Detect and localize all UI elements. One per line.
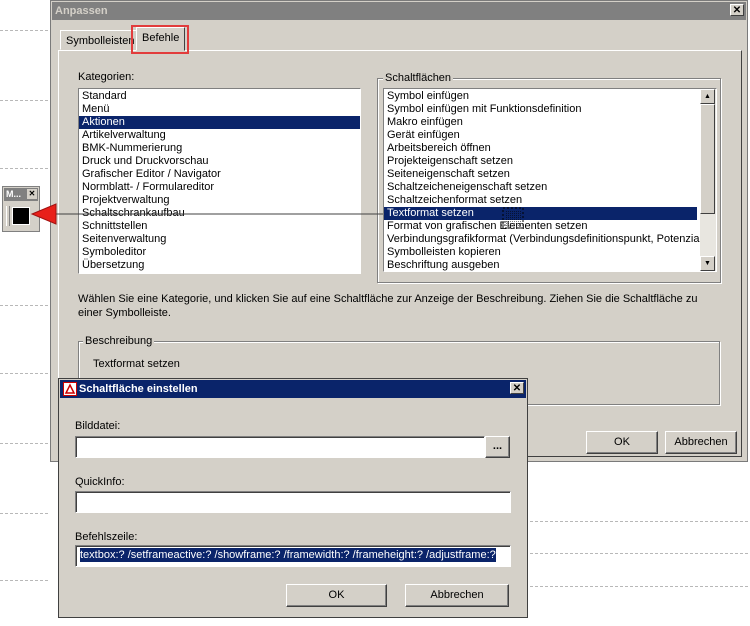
grip-handle[interactable] <box>6 206 10 226</box>
image-file-label: Bilddatei: <box>75 420 121 432</box>
description-text: Textformat setzen <box>93 358 180 370</box>
command-line-selected-text: textbox:? /setframeactive:? /showframe:?… <box>80 548 496 562</box>
list-item[interactable]: Schaltzeicheneigenschaft setzen <box>384 181 716 194</box>
browse-button[interactable]: ... <box>485 436 510 458</box>
ok-button[interactable]: OK <box>286 584 387 607</box>
list-item[interactable]: Standard <box>79 90 360 103</box>
list-item[interactable]: Übersetzung <box>79 259 360 272</box>
list-item[interactable]: Artikelverwaltung <box>79 129 360 142</box>
list-item[interactable]: Makro einfügen <box>384 116 716 129</box>
list-item[interactable]: Seiteneigenschaft setzen <box>384 168 716 181</box>
command-line-input[interactable]: textbox:? /setframeactive:? /showframe:?… <box>75 545 511 567</box>
tab-highlight-frame <box>131 25 189 54</box>
drag-cursor-icon <box>502 207 524 229</box>
list-item[interactable]: Schaltzeichenformat setzen <box>384 194 716 207</box>
list-item[interactable]: Verbindungsgrafikformat (Verbindungsdefi… <box>384 233 716 246</box>
buttons-group-label: Schaltflächen <box>383 72 454 84</box>
cancel-button[interactable]: Abbrechen <box>665 431 737 454</box>
list-item[interactable]: Normblatt- / Formulareditor <box>79 181 360 194</box>
description-label: Beschreibung <box>83 335 155 347</box>
button-settings-titlebar[interactable]: Schaltfläche einstellen ✕ <box>60 380 526 398</box>
list-item[interactable]: Beschriftung ausgeben <box>384 259 716 271</box>
categories-label: Kategorien: <box>78 71 135 83</box>
scroll-down-icon[interactable]: ▼ <box>700 256 715 271</box>
app-icon <box>63 382 77 396</box>
button-settings-dialog: Schaltfläche einstellen ✕ Bilddatei: ...… <box>58 378 528 618</box>
list-item[interactable]: Gerät einfügen <box>384 129 716 142</box>
list-item[interactable]: Symbolleisten kopieren <box>384 246 716 259</box>
cancel-button[interactable]: Abbrechen <box>405 584 509 607</box>
quickinfo-label: QuickInfo: <box>75 476 125 488</box>
scroll-up-icon[interactable]: ▲ <box>700 89 715 104</box>
list-item[interactable]: Format von grafischen Elementen setzen <box>384 220 716 233</box>
list-item[interactable]: Symbol einfügen <box>384 90 716 103</box>
drag-arrow <box>30 203 383 225</box>
buttons-list[interactable]: Symbol einfügen Symbol einfügen mit Funk… <box>383 88 717 272</box>
list-item[interactable]: Symboleditor <box>79 246 360 259</box>
dialog-title: Anpassen <box>55 5 108 17</box>
command-line-label: Befehlszeile: <box>75 531 138 543</box>
close-icon[interactable]: ✕ <box>730 4 744 16</box>
list-item-selected[interactable]: Textformat setzen <box>384 207 697 220</box>
dialog-title: Schaltfläche einstellen <box>79 383 198 395</box>
list-item[interactable]: Menü <box>79 103 360 116</box>
list-item[interactable]: Arbeitsbereich öffnen <box>384 142 716 155</box>
list-item[interactable]: Projekteigenschaft setzen <box>384 155 716 168</box>
customize-dialog-titlebar[interactable]: Anpassen ✕ <box>52 2 746 20</box>
vertical-scrollbar[interactable]: ▲ ▼ <box>700 89 716 271</box>
tab-symbolleisten[interactable]: Symbolleisten <box>60 30 141 50</box>
help-text: Wählen Sie eine Kategorie, und klicken S… <box>78 293 698 319</box>
list-item[interactable]: Symbol einfügen mit Funktionsdefinition <box>384 103 716 116</box>
close-icon[interactable]: ✕ <box>27 189 37 199</box>
mini-toolbar-title: M... <box>6 189 21 199</box>
scroll-thumb[interactable] <box>700 104 715 214</box>
quickinfo-input[interactable] <box>75 491 511 513</box>
list-item[interactable]: BMK-Nummerierung <box>79 142 360 155</box>
list-item[interactable]: Druck und Druckvorschau <box>79 155 360 168</box>
close-icon[interactable]: ✕ <box>510 382 524 394</box>
list-item[interactable]: Seitenverwaltung <box>79 233 360 246</box>
image-file-input[interactable] <box>75 436 485 458</box>
list-item[interactable]: Grafischer Editor / Navigator <box>79 168 360 181</box>
mini-toolbar-titlebar[interactable]: M... ✕ <box>4 188 38 201</box>
categories-list[interactable]: Standard Menü Aktionen Artikelverwaltung… <box>78 88 361 274</box>
list-item-selected[interactable]: Aktionen <box>79 116 360 129</box>
ok-button[interactable]: OK <box>586 431 658 454</box>
